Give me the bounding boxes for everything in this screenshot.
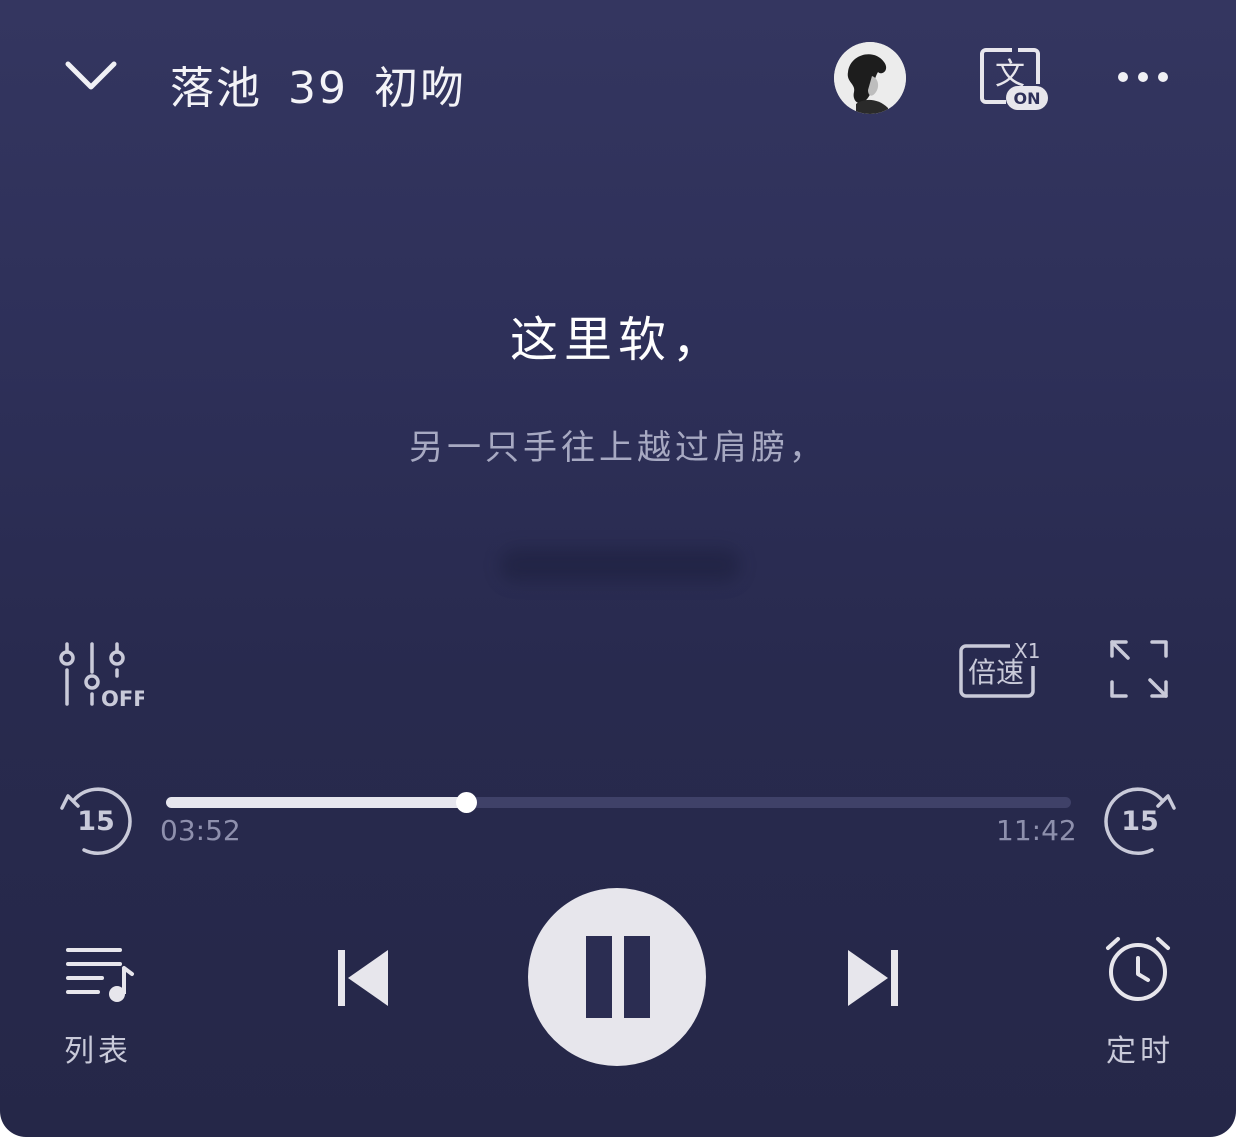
- skip-back-15-button[interactable]: 15: [54, 782, 134, 858]
- equalizer-button[interactable]: OFF: [54, 636, 148, 712]
- pause-icon-bar-left: [586, 936, 612, 1018]
- alarm-clock-icon[interactable]: [1102, 934, 1174, 1004]
- more-options-icon[interactable]: [1112, 60, 1174, 94]
- skip-back-seconds: 15: [77, 806, 115, 837]
- title-episode-name: 初吻: [374, 63, 466, 114]
- collapse-chevron-down-icon[interactable]: [58, 52, 124, 102]
- faded-lyric-line: [500, 548, 740, 582]
- title-series: 落池: [170, 63, 262, 114]
- total-time: 11:42: [996, 814, 1077, 847]
- current-time: 03:52: [160, 814, 241, 847]
- progress-track[interactable]: [166, 792, 1071, 813]
- skip-forward-15-button[interactable]: 15: [1102, 782, 1182, 858]
- next-track-icon[interactable]: [842, 944, 904, 1012]
- eq-state-text: OFF: [101, 687, 144, 711]
- current-lyric-line: 这里软，: [509, 312, 726, 368]
- author-avatar[interactable]: [834, 42, 906, 114]
- playback-speed-button[interactable]: 倍速 X1: [956, 636, 1048, 702]
- playlist-label[interactable]: 列表: [58, 1026, 138, 1070]
- translation-toggle-button[interactable]: 文 ON: [978, 46, 1050, 112]
- track-title: 落池 39 初吻: [170, 52, 466, 116]
- timer-label[interactable]: 定时: [1100, 1026, 1180, 1070]
- title-episode-number: 39: [288, 63, 348, 114]
- translate-state: ON: [1014, 89, 1041, 108]
- skip-forward-seconds: 15: [1121, 806, 1159, 837]
- progress-fill: [166, 797, 466, 808]
- pause-icon-bar-right: [624, 936, 650, 1018]
- speed-value: X1: [1014, 639, 1040, 663]
- playlist-icon[interactable]: [58, 940, 138, 1004]
- progress-thumb[interactable]: [455, 792, 477, 813]
- fullscreen-expand-icon[interactable]: [1106, 636, 1172, 702]
- pause-button[interactable]: [528, 888, 706, 1066]
- previous-track-icon[interactable]: [332, 944, 394, 1012]
- audio-player: 落池 39 初吻 文 ON 这里软， 另一只手往上越过肩膀， OFF 倍速 X1…: [0, 0, 1236, 1137]
- next-lyric-line: 另一只手往上越过肩膀，: [409, 428, 827, 468]
